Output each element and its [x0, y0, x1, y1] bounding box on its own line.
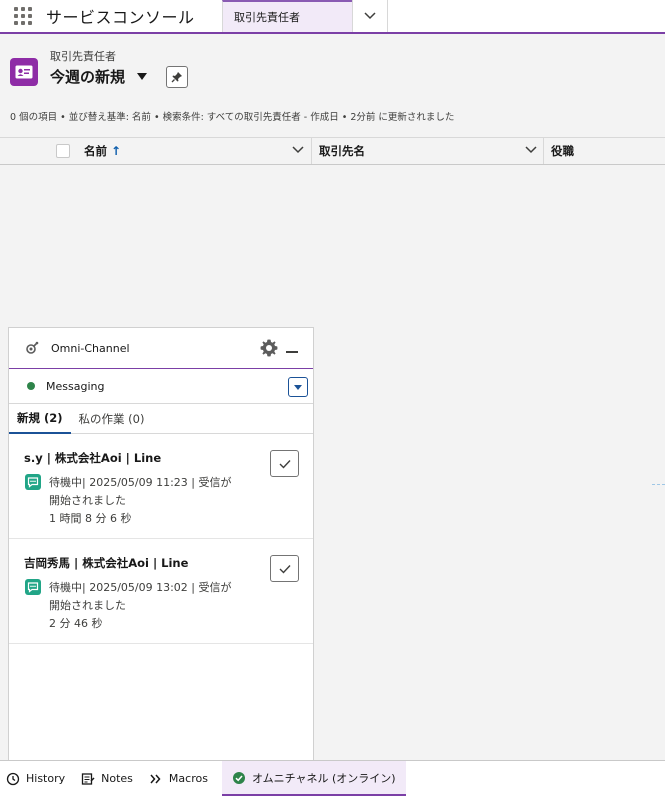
caret-down-icon [294, 384, 302, 390]
pin-button[interactable] [166, 66, 188, 88]
omni-header: Omni-Channel [9, 328, 313, 369]
utility-label: オムニチャネル (オンライン) [251, 771, 396, 785]
app-launcher[interactable] [0, 0, 46, 32]
column-label: 名前 [84, 144, 107, 158]
list-view-header: 取引先責任者 今週の新規 0 個の項目 • 並び替え基準: 名前 • 検索条件:… [0, 36, 665, 136]
waffle-icon [14, 7, 32, 25]
utility-label: Macros [168, 772, 208, 785]
omni-channel-panel: Omni-Channel Messaging 新規 (2) 私の作業 (0) s… [8, 327, 314, 760]
chevron-down-icon [364, 12, 376, 20]
check-icon [279, 459, 291, 469]
status-dropdown-button[interactable] [288, 377, 308, 397]
work-item-wait-time: 2 分 46 秒 [49, 617, 103, 630]
utility-macros[interactable]: Macros [143, 761, 218, 796]
minimize-button[interactable] [286, 351, 298, 353]
column-divider[interactable] [543, 138, 544, 164]
chevron-down-icon[interactable] [292, 145, 304, 155]
list-view-name: 今週の新規 [50, 68, 126, 86]
work-item[interactable]: 吉岡秀馬 | 株式会社Aoi | Line 待機中| 2025/05/09 13… [9, 539, 313, 644]
tab-menu-button[interactable] [352, 0, 388, 32]
omni-title: Omni-Channel [51, 341, 130, 355]
contact-object-icon [10, 58, 38, 86]
status-label: Messaging [46, 379, 105, 393]
work-item-title: s.y | 株式会社Aoi | Line [24, 451, 162, 465]
clock-icon [6, 772, 20, 785]
table-header: 名前 ↑ 取引先名 役職 [0, 137, 665, 165]
gear-icon[interactable] [259, 338, 279, 358]
tab-my-work[interactable]: 私の作業 (0) [71, 404, 153, 433]
column-header-account[interactable]: 取引先名 [319, 138, 365, 164]
column-header-title[interactable]: 役職 [551, 138, 574, 164]
omni-tabs: 新規 (2) 私の作業 (0) [9, 404, 313, 434]
work-item-status: 待機中| 2025/05/09 11:23 | 受信が [49, 476, 232, 489]
accept-button[interactable] [270, 555, 299, 582]
utility-omni-channel[interactable]: オムニチャネル (オンライン) [221, 761, 406, 796]
work-item-status: 待機中| 2025/05/09 13:02 | 受信が [49, 581, 232, 594]
select-all-checkbox[interactable] [56, 144, 70, 158]
work-item-wait-time: 1 時間 8 分 6 秒 [49, 512, 132, 525]
utility-notes[interactable]: Notes [75, 761, 143, 796]
caret-down-icon [137, 73, 148, 80]
messaging-session-icon [25, 474, 41, 490]
notes-icon [81, 772, 95, 785]
accept-button[interactable] [270, 450, 299, 477]
object-label: 取引先責任者 [50, 50, 116, 63]
list-view-meta: 0 個の項目 • 並び替え基準: 名前 • 検索条件: すべての取引先責任者 -… [10, 112, 455, 123]
column-header-name[interactable]: 名前 ↑ [84, 138, 121, 164]
check-circle-icon [232, 771, 245, 784]
app-name: サービスコンソール [46, 8, 195, 27]
utility-label: History [26, 772, 66, 785]
pin-icon [171, 72, 182, 83]
status-online-indicator [27, 382, 35, 390]
work-item[interactable]: s.y | 株式会社Aoi | Line 待機中| 2025/05/09 11:… [9, 434, 313, 539]
sort-ascending-icon: ↑ [111, 144, 122, 158]
utility-history[interactable]: History [0, 761, 75, 796]
column-label: 役職 [551, 144, 574, 158]
work-item-status-cont: 開始されました [49, 599, 126, 612]
drop-indicator [652, 484, 665, 485]
work-item-title: 吉岡秀馬 | 株式会社Aoi | Line [24, 556, 189, 570]
list-view-selector[interactable]: 今週の新規 [50, 66, 148, 87]
check-icon [279, 564, 291, 574]
utility-bar: History Notes Macros オムニチャネル (オンライン) [0, 760, 665, 796]
tab-contacts[interactable]: 取引先責任者 [222, 0, 352, 32]
presence-status: Messaging [9, 369, 313, 404]
global-header: サービスコンソール 取引先責任者 [0, 0, 665, 34]
column-divider[interactable] [311, 138, 312, 164]
column-label: 取引先名 [319, 144, 365, 158]
utility-label: Notes [101, 772, 133, 785]
chevron-down-icon[interactable] [525, 145, 537, 155]
messaging-session-icon [25, 579, 41, 595]
macros-icon [150, 774, 161, 783]
work-item-status-cont: 開始されました [49, 494, 126, 507]
tab-new[interactable]: 新規 (2) [9, 404, 71, 434]
omni-channel-icon [26, 341, 39, 354]
